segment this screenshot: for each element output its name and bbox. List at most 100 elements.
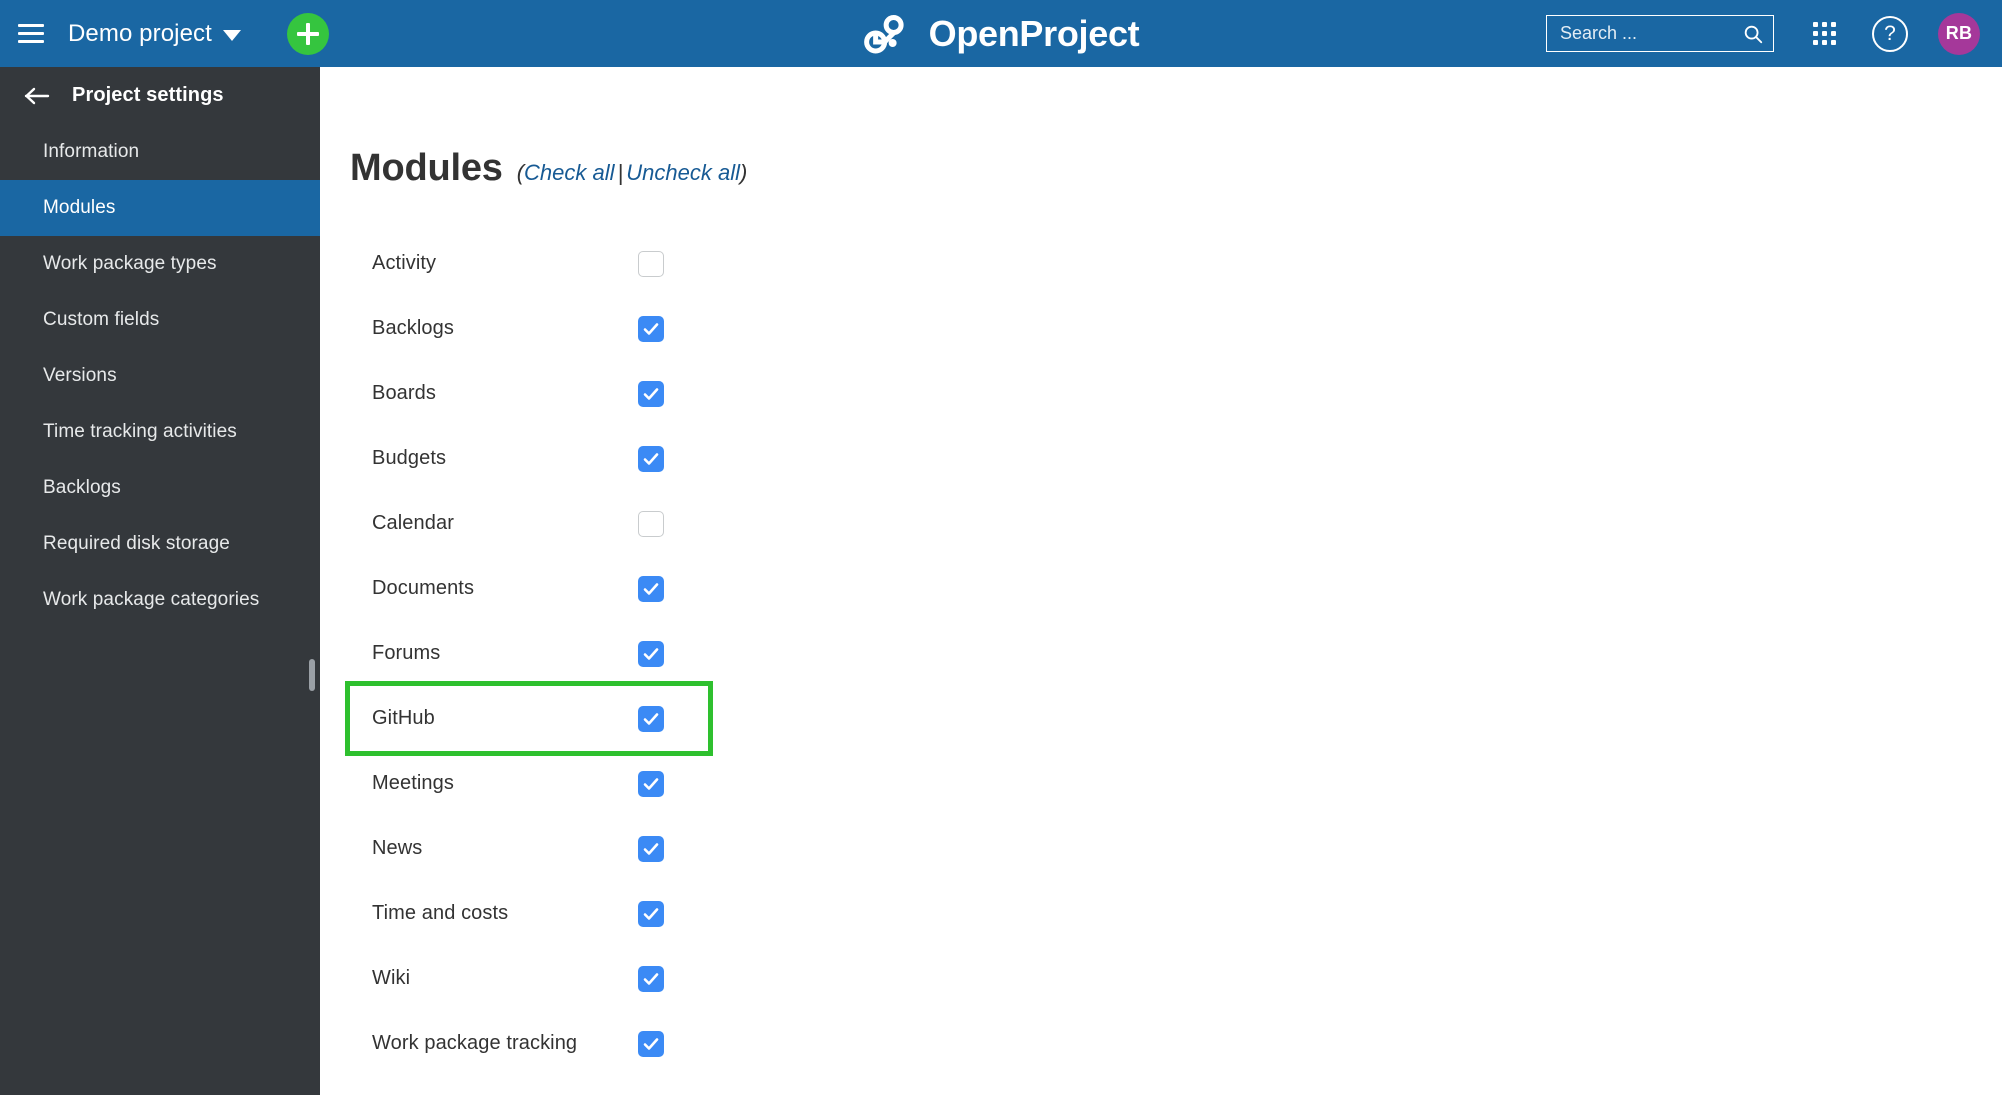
add-new-button[interactable] [286, 12, 329, 55]
module-row-wiki[interactable]: Wiki [350, 946, 708, 1011]
module-label: GitHub [372, 707, 435, 729]
checkmark-icon [643, 972, 659, 985]
module-label: Time and costs [372, 902, 509, 924]
module-checkbox-backlogs[interactable] [638, 315, 664, 342]
sidebar-item-required-disk-storage[interactable]: Required disk storage [0, 516, 320, 572]
module-row-calendar[interactable]: Calendar [350, 491, 708, 556]
project-selector-label: Demo project [68, 19, 212, 47]
module-label: Calendar [372, 512, 454, 534]
module-checkbox-meetings[interactable] [638, 770, 664, 797]
checkmark-icon [643, 322, 659, 335]
sidebar-item-label: Work package types [43, 253, 217, 274]
sidebar-item-versions[interactable]: Versions [0, 348, 320, 404]
check-all-link[interactable]: Check all [524, 160, 614, 185]
module-label: Backlogs [372, 317, 454, 339]
sidebar-item-label: Time tracking activities [43, 421, 237, 442]
module-label: Wiki [372, 967, 411, 989]
module-row-documents[interactable]: Documents [350, 556, 708, 621]
project-selector-dropdown[interactable]: Demo project [62, 0, 247, 67]
module-label: Forums [372, 642, 441, 664]
header-right-controls: ? RB [1546, 0, 1980, 67]
checkmark-icon [643, 387, 659, 400]
module-label: Budgets [372, 447, 447, 469]
main-content: Modules (Check all | Uncheck all) Activity… [320, 67, 2002, 1095]
checkmark-icon [643, 1037, 659, 1050]
brand-name: OpenProject [928, 12, 1140, 54]
sidebar-item-modules[interactable]: Modules [0, 180, 320, 236]
help-icon[interactable]: ? [1864, 0, 1916, 67]
page-title: Modules [350, 147, 503, 189]
open-paren: ( [516, 160, 525, 185]
checkmark-icon [643, 452, 659, 465]
page-body: Project settings Information Modules Wor… [0, 67, 2002, 1095]
openproject-mark-icon [864, 14, 904, 53]
module-row-forums[interactable]: Forums [350, 621, 708, 686]
module-row-time-and-costs[interactable]: Time and costs [350, 881, 708, 946]
module-row-activity[interactable]: Activity [350, 231, 708, 296]
module-row-boards[interactable]: Boards [350, 361, 708, 426]
search-icon[interactable] [1742, 23, 1764, 45]
help-icon-label: ? [1872, 15, 1908, 52]
sidebar-item-work-package-types[interactable]: Work package types [0, 236, 320, 292]
openproject-logo: OpenProject [863, 14, 1140, 54]
sidebar-item-label: Work package categories [43, 589, 260, 610]
sidebar-scrollbar-handle[interactable] [309, 659, 315, 691]
sidebar-item-label: Backlogs [43, 477, 121, 498]
sidebar-title: Project settings [72, 84, 224, 106]
link-separator: | [617, 160, 624, 185]
sidebar-item-time-tracking-activities[interactable]: Time tracking activities [0, 404, 320, 460]
module-checkbox-github[interactable] [638, 705, 664, 732]
sidebar-item-information[interactable]: Information [0, 124, 320, 180]
module-row-news[interactable]: News [350, 816, 708, 881]
module-row-github[interactable]: GitHub [345, 681, 713, 756]
module-checkbox-boards[interactable] [638, 380, 664, 407]
module-checkbox-wiki[interactable] [638, 965, 664, 992]
checkmark-icon [643, 582, 659, 595]
global-search-box[interactable] [1546, 15, 1774, 52]
chevron-down-icon [222, 30, 241, 41]
module-checkbox-activity[interactable] [638, 250, 664, 277]
module-checkbox-documents[interactable] [638, 575, 664, 602]
sidebar-item-backlogs[interactable]: Backlogs [0, 460, 320, 516]
sidebar-item-label: Modules [43, 197, 116, 218]
module-row-work-package-tracking[interactable]: Work package tracking [350, 1011, 708, 1076]
modules-checkbox-list: Activity Backlogs Boards Budgets Calenda… [320, 187, 2002, 1076]
module-label: Activity [372, 252, 437, 274]
module-checkbox-work-package-tracking[interactable] [638, 1030, 664, 1057]
checkmark-icon [643, 842, 659, 855]
save-row: Save [320, 1076, 2002, 1095]
module-checkbox-budgets[interactable] [638, 445, 664, 472]
module-label: Meetings [372, 772, 454, 794]
close-paren: ) [739, 160, 748, 185]
sidebar-item-label: Information [43, 141, 140, 162]
module-row-backlogs[interactable]: Backlogs [350, 296, 708, 361]
search-input[interactable] [1560, 23, 1742, 44]
module-checkbox-forums[interactable] [638, 640, 664, 667]
module-checkbox-time-and-costs[interactable] [638, 900, 664, 927]
module-label: Documents [372, 577, 475, 599]
checkmark-icon [643, 647, 659, 660]
module-row-budgets[interactable]: Budgets [350, 426, 708, 491]
module-checkbox-calendar[interactable] [638, 510, 664, 537]
check-toggle-links: (Check all | Uncheck all) [517, 162, 748, 184]
sidebar-item-label: Custom fields [43, 309, 160, 330]
module-label: News [372, 837, 423, 859]
module-row-meetings[interactable]: Meetings [350, 751, 708, 816]
sidebar-item-label: Required disk storage [43, 533, 230, 554]
hamburger-menu-icon[interactable] [0, 0, 62, 67]
checkmark-icon [643, 712, 659, 725]
logo-dot [888, 38, 897, 47]
user-avatar[interactable]: RB [1938, 12, 1980, 55]
sidebar: Project settings Information Modules Wor… [0, 67, 320, 1095]
module-checkbox-news[interactable] [638, 835, 664, 862]
checkmark-icon [643, 907, 659, 920]
back-arrow-icon[interactable] [24, 86, 50, 106]
top-header-bar: Demo project OpenProject Search ... ? RB [0, 0, 2002, 67]
sidebar-item-custom-fields[interactable]: Custom fields [0, 292, 320, 348]
sidebar-item-work-package-categories[interactable]: Work package categories [0, 572, 320, 628]
application-window: Demo project OpenProject Search ... ? RB… [0, 0, 2002, 1095]
page-title-row: Modules (Check all | Uncheck all) [320, 67, 2002, 187]
sidebar-back-header[interactable]: Project settings [0, 67, 320, 124]
apps-grid-icon[interactable] [1796, 0, 1852, 67]
uncheck-all-link[interactable]: Uncheck all [626, 160, 740, 185]
